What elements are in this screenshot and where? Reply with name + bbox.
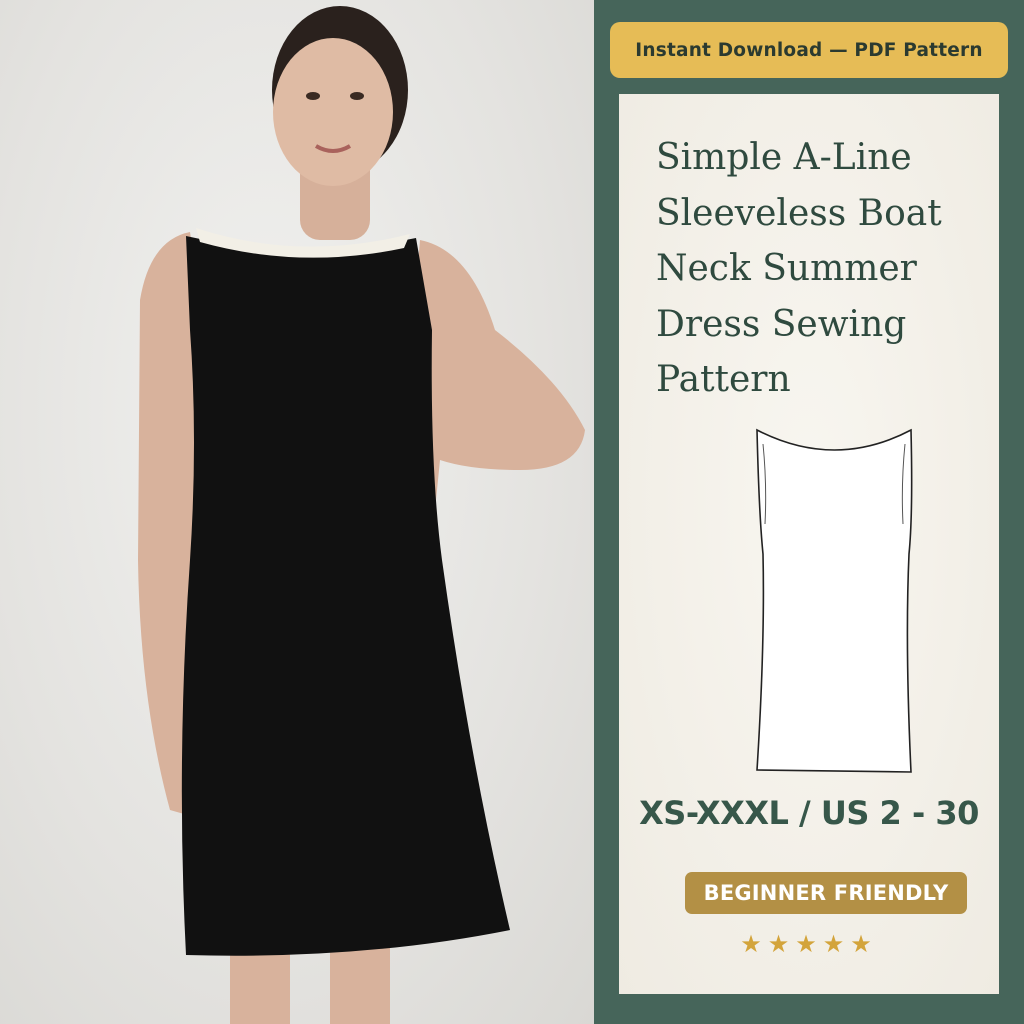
beginner-friendly-badge: BEGINNER FRIENDLY (685, 872, 967, 914)
face-shape (273, 38, 393, 186)
model-illustration (138, 6, 585, 1024)
product-card: Simple A-Line Sleeveless Boat Neck Summe… (619, 94, 999, 994)
instant-download-badge: Instant Download — PDF Pattern (610, 22, 1008, 78)
product-photo (0, 0, 594, 1024)
size-range: XS-XXXL / US 2 - 30 (639, 794, 979, 832)
info-panel: Instant Download — PDF Pattern Simple A-… (594, 0, 1024, 1024)
rating-stars: ★★★★★ (740, 930, 878, 958)
product-title: Simple A-Line Sleeveless Boat Neck Summe… (656, 137, 942, 400)
right-arm-shape (415, 240, 585, 560)
dress-outline-icon (756, 428, 913, 773)
